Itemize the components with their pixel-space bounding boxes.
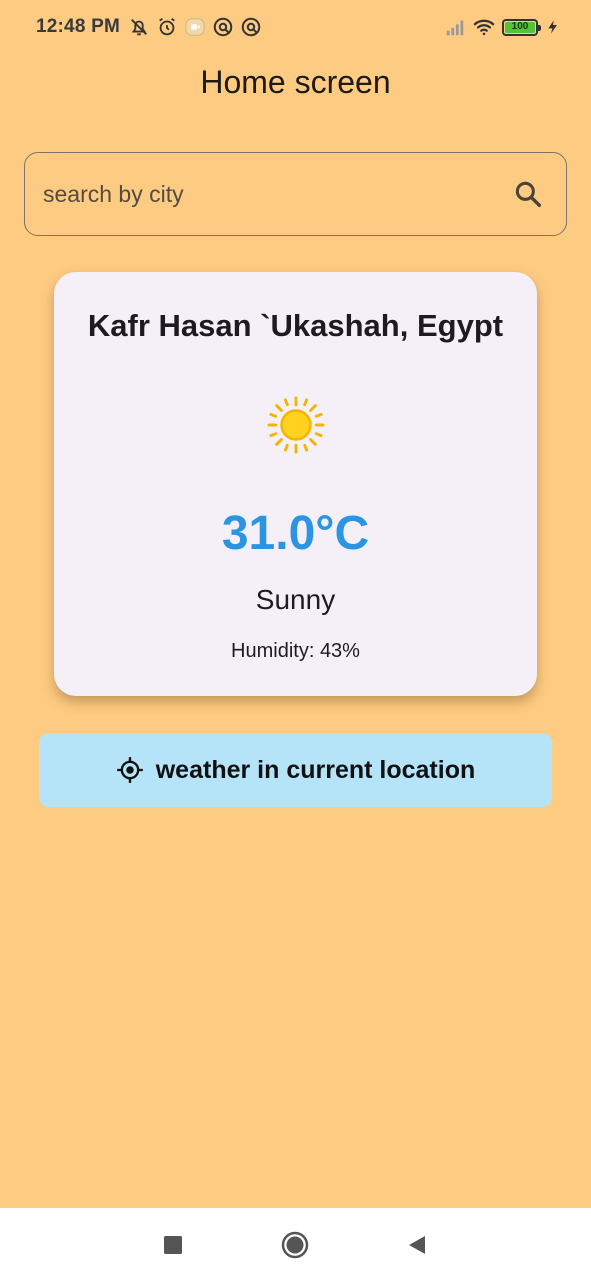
circle-icon <box>281 1231 309 1259</box>
weather-condition: Sunny <box>255 584 336 615</box>
page-title: Home screen <box>200 64 391 100</box>
search-icon <box>515 181 542 208</box>
weather-card: Kafr Hasan `Ukashah, Egypt 31.0°C Sunny … <box>54 272 537 696</box>
sun-icon <box>267 396 325 454</box>
charging-icon <box>548 20 557 34</box>
screen-record-icon <box>185 18 205 36</box>
status-right-icons: 100 <box>444 16 561 38</box>
current-location-button[interactable]: weather in current location <box>39 733 552 807</box>
humidity: Humidity: 43% <box>231 640 360 662</box>
city-name: Kafr Hasan `Ukashah, Egypt <box>87 308 504 343</box>
square-icon <box>164 1236 182 1254</box>
triangle-back-icon <box>409 1236 425 1254</box>
status-time: 12:48 PM <box>36 16 120 37</box>
vpn-icon <box>213 17 233 37</box>
navigation-bar <box>0 1208 591 1280</box>
recents-button[interactable] <box>158 1230 188 1260</box>
alarm-icon <box>159 17 175 36</box>
current-location-label: weather in current location <box>155 755 476 784</box>
bell-off-icon <box>131 19 147 36</box>
battery-level: 100 <box>505 21 535 33</box>
search-button[interactable] <box>508 174 548 214</box>
search-input[interactable] <box>43 180 508 208</box>
status-bar: 12:48 PM 100 <box>0 0 591 54</box>
search-field[interactable] <box>24 152 567 236</box>
battery-icon: 100 <box>502 18 541 36</box>
temperature: 31.0°C <box>221 507 370 560</box>
my-location-icon <box>116 757 143 783</box>
wifi-icon <box>473 19 495 36</box>
status-left-icons <box>128 16 262 38</box>
home-button[interactable] <box>280 1230 310 1260</box>
vpn-icon <box>241 17 261 37</box>
back-button[interactable] <box>402 1230 432 1260</box>
signal-icon <box>446 20 464 36</box>
screen: 12:48 PM 100 Home screen search by city … <box>0 0 591 1280</box>
